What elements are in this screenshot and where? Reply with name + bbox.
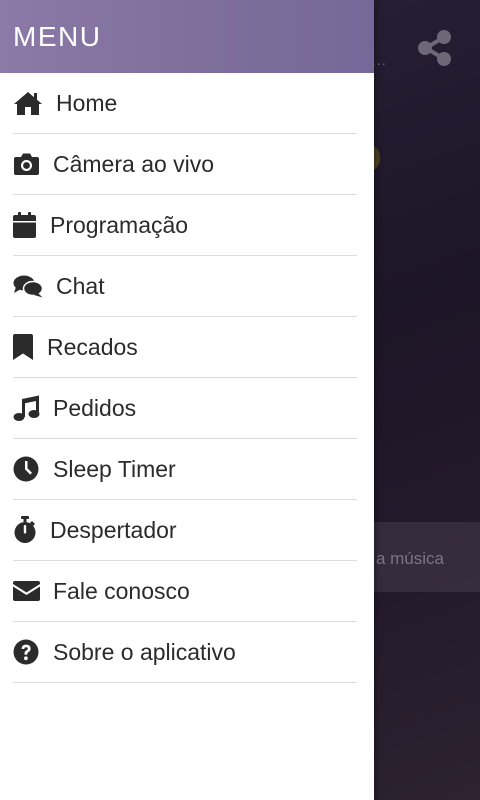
menu-item-sobre[interactable]: Sobre o aplicativo: [13, 622, 357, 683]
menu-item-label: Recados: [47, 333, 138, 360]
drawer-header: MENU: [0, 0, 374, 73]
bookmark-icon: [13, 332, 37, 362]
stopwatch-icon: [13, 515, 40, 545]
menu-item-sleep-timer[interactable]: Sleep Timer: [13, 439, 357, 500]
calendar-icon: [13, 210, 40, 240]
menu-item-pedidos[interactable]: Pedidos: [13, 378, 357, 439]
menu-item-label: Programação: [50, 211, 189, 238]
menu-item-chat[interactable]: Chat: [13, 256, 357, 317]
menu-item-label: Câmera ao vivo: [53, 150, 215, 177]
chat-icon: [13, 271, 43, 301]
navigation-drawer: MENU Home Câmera ao vivo Programação Cha…: [0, 0, 374, 800]
background-banner-text: a música: [375, 549, 444, 568]
menu-item-programacao[interactable]: Programação: [13, 195, 357, 256]
menu-item-label: Sobre o aplicativo: [53, 638, 236, 665]
home-icon: [13, 88, 43, 118]
clock-icon: [13, 454, 43, 484]
menu-list: Home Câmera ao vivo Programação Chat Rec…: [0, 73, 374, 683]
more-indicator: ...: [372, 52, 387, 68]
menu-item-label: Sleep Timer: [53, 455, 176, 482]
menu-item-despertador[interactable]: Despertador: [13, 500, 357, 561]
menu-item-fale-conosco[interactable]: Fale conosco: [13, 561, 357, 622]
share-icon[interactable]: [416, 28, 454, 68]
drawer-title: MENU: [13, 20, 102, 52]
menu-item-label: Fale conosco: [53, 577, 190, 604]
question-circle-icon: [13, 637, 43, 667]
menu-item-label: Despertador: [50, 516, 177, 543]
menu-item-label: Pedidos: [53, 394, 137, 421]
menu-item-recados[interactable]: Recados: [13, 317, 357, 378]
music-note-icon: [13, 393, 43, 423]
menu-item-label: Home: [56, 89, 118, 116]
menu-item-camera[interactable]: Câmera ao vivo: [13, 134, 357, 195]
camera-icon: [13, 149, 43, 179]
envelope-icon: [13, 576, 43, 606]
menu-item-label: Chat: [56, 272, 105, 299]
menu-item-home[interactable]: Home: [13, 73, 357, 134]
